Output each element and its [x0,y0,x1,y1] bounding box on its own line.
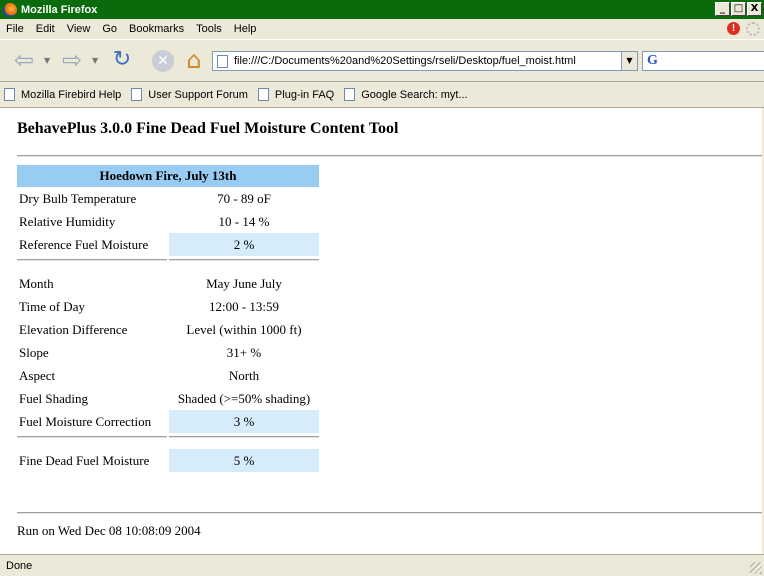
navigation-toolbar: ⇦ ▼ ⇨ ▼ ↻ ✕ ⌂ file:///C:/Documents%20and… [0,39,764,82]
ref-moisture-value: 2 % [169,233,319,256]
separator [17,256,167,266]
window-controls: _ □ X [715,2,762,16]
table-row: Dry Bulb Temperature 70 - 89 oF [17,187,319,210]
table-row: Aspect North [17,364,319,387]
aspect-value: North [228,367,260,383]
menu-file[interactable]: File [0,23,30,35]
time-label: Time of Day [19,298,85,314]
bookmark-label: User Support Forum [148,88,248,101]
month-value: May June July [206,275,282,291]
slope-label: Slope [19,344,49,360]
bookmark-page-icon [257,88,269,101]
dry-bulb-value: 70 - 89 oF [217,190,271,206]
shading-label: Fuel Shading [19,390,88,406]
page-title: BehavePlus 3.0.0 Fine Dead Fuel Moisture… [17,120,399,137]
table-row: Month May June July [17,272,319,295]
menu-view[interactable]: View [61,23,97,35]
back-arrow-icon: ⇦ [13,46,35,74]
menu-edit[interactable]: Edit [30,23,61,35]
url-bar[interactable]: file:///C:/Documents%20and%20Settings/rs… [212,51,638,71]
menu-tools[interactable]: Tools [190,23,228,35]
url-text[interactable]: file:///C:/Documents%20and%20Settings/rs… [234,55,576,67]
table-row: Slope 31+ % [17,341,319,364]
shading-value: Shaded (>=50% shading) [177,390,311,406]
table-row: Time of Day 12:00 - 13:59 [17,295,319,318]
table-row: Fine Dead Fuel Moisture 5 % [17,449,319,472]
correction-label: Fuel Moisture Correction [19,413,152,429]
reload-button[interactable]: ↻ [106,46,138,76]
table-row: Relative Humidity 10 - 14 % [17,210,319,233]
separator [17,433,167,443]
separator [169,256,319,266]
rh-value: 10 - 14 % [218,213,270,229]
bookmark-item[interactable]: Google Search: myt... [340,88,473,101]
close-button[interactable]: X [747,2,762,16]
bookmark-label: Mozilla Firebird Help [21,88,122,101]
stop-indicator-icon: ! [727,22,740,35]
bookmark-page-icon [344,88,356,101]
correction-value: 3 % [169,410,319,433]
elevation-value: Level (within 1000 ft) [186,321,302,337]
fuel-moisture-table: Hoedown Fire, July 13th Dry Bulb Tempera… [15,165,321,472]
menu-help[interactable]: Help [228,23,263,35]
slope-value: 31+ % [226,344,262,360]
window-title: Mozilla Firefox [21,3,98,16]
fire-name-header: Hoedown Fire, July 13th [17,165,319,187]
menu-go[interactable]: Go [96,23,123,35]
page-content: BehavePlus 3.0.0 Fine Dead Fuel Moisture… [0,108,764,554]
url-dropdown-icon[interactable]: ▼ [621,52,637,70]
bookmark-item[interactable]: User Support Forum [127,88,254,101]
table-row: Fuel Moisture Correction 3 % [17,410,319,433]
elevation-label: Elevation Difference [19,321,128,337]
stop-button[interactable]: ✕ [152,50,174,72]
bookmark-label: Plug-in FAQ [274,88,335,101]
bookmark-item[interactable]: Mozilla Firebird Help [0,88,127,101]
forward-arrow-icon: ⇨ [61,46,83,74]
aspect-label: Aspect [19,367,56,383]
time-value: 12:00 - 13:59 [208,298,280,314]
separator [169,433,319,443]
resize-grip-icon[interactable] [750,562,762,574]
menu-bar: File Edit View Go Bookmarks Tools Help ! [0,19,764,39]
forward-dropdown-icon[interactable]: ▼ [92,56,98,65]
throbber-icon [746,22,760,36]
firefox-icon [3,2,17,17]
page-icon [217,54,228,68]
table-row: Reference Fuel Moisture 2 % [17,233,319,256]
divider [17,155,762,157]
back-dropdown-icon[interactable]: ▼ [44,56,50,65]
fine-dead-value: 5 % [169,449,319,472]
month-label: Month [19,275,54,291]
back-button[interactable]: ⇦ [8,46,40,76]
bookmark-page-icon [4,88,15,101]
window-title-bar[interactable]: Mozilla Firefox _ □ X [0,0,764,19]
bookmarks-toolbar: Mozilla Firebird Help User Support Forum… [0,82,764,108]
forward-button[interactable]: ⇨ [56,46,88,76]
ref-moisture-label: Reference Fuel Moisture [19,236,149,252]
minimize-button[interactable]: _ [715,2,730,16]
search-input[interactable]: G [642,51,764,71]
divider [17,512,762,514]
run-timestamp: Run on Wed Dec 08 10:08:09 2004 [17,523,201,538]
menu-bookmarks[interactable]: Bookmarks [123,23,190,35]
maximize-button[interactable]: □ [731,2,746,16]
home-button[interactable]: ⌂ [178,46,210,76]
home-icon: ⌂ [186,46,202,74]
rh-label: Relative Humidity [19,213,116,229]
bookmark-label: Google Search: myt... [361,88,468,101]
bookmark-page-icon [131,88,143,101]
status-bar: Done [0,554,764,576]
stop-x-icon: ✕ [157,53,169,69]
status-text: Done [6,559,33,572]
table-row: Fuel Shading Shaded (>=50% shading) [17,387,319,410]
fine-dead-label: Fine Dead Fuel Moisture [19,452,150,468]
bookmark-item[interactable]: Plug-in FAQ [254,88,340,101]
dry-bulb-label: Dry Bulb Temperature [19,190,137,206]
table-row: Elevation Difference Level (within 1000 … [17,318,319,341]
reload-icon: ↻ [112,47,132,72]
google-icon[interactable]: G [647,53,658,69]
